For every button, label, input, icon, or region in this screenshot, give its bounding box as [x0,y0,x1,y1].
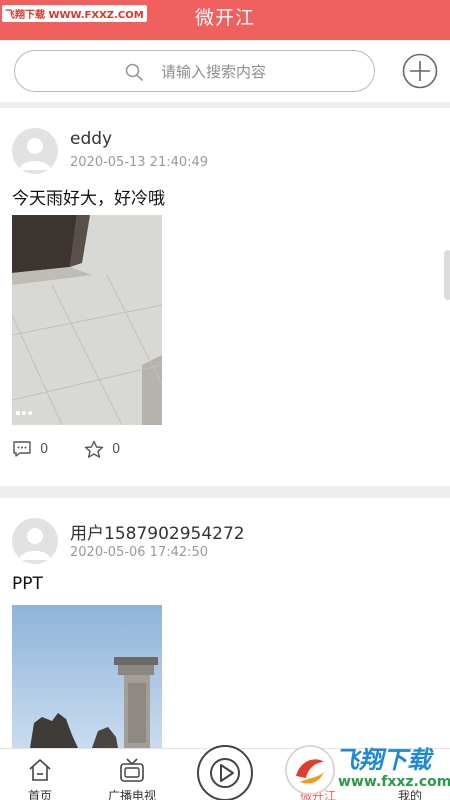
play-icon [210,758,240,788]
avatar[interactable] [12,518,58,564]
watermark-logo-icon [285,745,335,795]
avatar-icon [19,528,51,560]
home-icon [29,759,51,781]
search-bar: 请输入搜索内容 [0,40,450,102]
post-text: PPT [12,574,43,594]
post-photo[interactable] [12,215,162,425]
post-text: 今天雨好大，好冷哦 [12,189,165,209]
avatar[interactable] [12,128,58,174]
favorite-button[interactable]: 0 [84,440,120,459]
search-icon [125,63,143,81]
monument-photo-image [12,605,162,748]
play-button[interactable] [197,745,253,800]
watermark-logo: 飞翔下载 www.fxxz.com [280,738,450,800]
post-card[interactable]: 用户1587902954272 2020-05-06 17:42:50 PPT [0,498,450,748]
post-timestamp: 2020-05-06 17:42:50 [70,545,209,560]
favorite-count: 0 [112,442,121,457]
section-divider [0,486,450,498]
search-placeholder: 请输入搜索内容 [161,63,267,81]
comment-icon [13,441,31,457]
comment-count: 0 [40,441,49,457]
post-timestamp: 2020-05-13 21:40:49 [70,155,209,170]
star-icon [84,440,104,458]
tab-broadcast-tv-label: 广播电视 [107,789,156,800]
comment-button[interactable]: 0 [12,440,48,458]
tv-icon [120,758,144,782]
post-photo[interactable] [12,605,162,748]
tab-broadcast-tv[interactable]: 广播电视 [92,749,172,800]
watermark-text: 飞翔下载 [335,746,431,774]
tab-home-label: 首页 [27,789,52,800]
post-card[interactable]: eddy 2020-05-13 21:40:49 今天雨好大，好冷哦 0 0 [0,108,450,486]
avatar-icon [19,138,51,170]
post-username[interactable]: eddy [70,129,112,149]
search-input[interactable]: 请输入搜索内容 [14,50,375,92]
post-username[interactable]: 用户1587902954272 [70,519,245,544]
floor-photo-image [12,215,162,425]
tab-home[interactable]: 首页 [0,749,80,800]
watermark-url: www.fxxz.com [338,774,450,790]
app-header: 微开江 飞翔下载 WWW.FXXZ.COM [0,0,450,40]
add-post-button[interactable] [402,53,438,89]
scrollbar-handle[interactable] [444,250,450,300]
watermark-badge: 飞翔下载 WWW.FXXZ.COM [2,5,147,22]
